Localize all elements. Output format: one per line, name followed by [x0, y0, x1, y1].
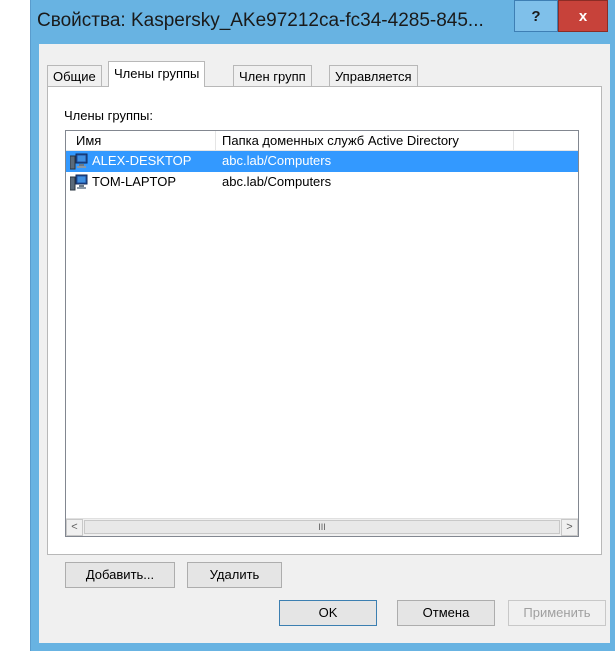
cancel-button[interactable]: Отмена	[397, 600, 495, 626]
window-title: Свойства: Kaspersky_AKe97212ca-fc34-4285…	[37, 10, 484, 31]
add-button[interactable]: Добавить...	[65, 562, 175, 588]
members-section-label: Члены группы:	[64, 108, 153, 123]
scroll-thumb[interactable]: III	[84, 520, 560, 534]
member-folder: abc.lab/Computers	[222, 174, 332, 189]
title-bar[interactable]: Свойства: Kaspersky_AKe97212ca-fc34-4285…	[31, 0, 615, 44]
list-item[interactable]: TOM-LAPTOP abc.lab/Computers	[66, 172, 578, 193]
scroll-left-button[interactable]: <	[66, 519, 83, 536]
computer-icon	[69, 153, 88, 170]
tab-managed-by[interactable]: Управляется	[329, 65, 418, 86]
help-button[interactable]: ?	[514, 0, 558, 32]
apply-button[interactable]: Применить	[508, 600, 606, 626]
member-folder: abc.lab/Computers	[222, 153, 332, 168]
tab-group-members[interactable]: Члены группы	[108, 61, 206, 87]
list-header: Имя Папка доменных служб Active Director…	[66, 131, 578, 151]
close-button[interactable]: x	[558, 0, 608, 32]
scroll-right-button[interactable]: >	[561, 519, 578, 536]
members-panel: Члены группы: Имя Папка доменных служб A…	[47, 86, 602, 588]
tab-general[interactable]: Общие	[47, 65, 102, 86]
dialog-client-area: Общие Члены группы Член групп Управляетс…	[39, 44, 610, 643]
properties-window: Свойства: Kaspersky_AKe97212ca-fc34-4285…	[30, 0, 615, 651]
horizontal-scrollbar[interactable]: < III >	[66, 518, 578, 536]
members-list[interactable]: Имя Папка доменных служб Active Director…	[65, 130, 579, 537]
list-item[interactable]: ALEX-DESKTOP abc.lab/Computers	[66, 151, 578, 172]
member-name: ALEX-DESKTOP	[92, 153, 192, 168]
column-folder-header[interactable]: Папка доменных служб Active Directory	[222, 133, 459, 148]
column-separator[interactable]	[215, 131, 216, 150]
computer-icon	[69, 174, 88, 191]
column-name-header[interactable]: Имя	[76, 133, 101, 148]
tab-member-of[interactable]: Член групп	[233, 65, 312, 86]
member-name: TOM-LAPTOP	[92, 174, 177, 189]
ok-button[interactable]: OK	[279, 600, 377, 626]
remove-button[interactable]: Удалить	[187, 562, 282, 588]
column-separator[interactable]	[513, 131, 514, 150]
